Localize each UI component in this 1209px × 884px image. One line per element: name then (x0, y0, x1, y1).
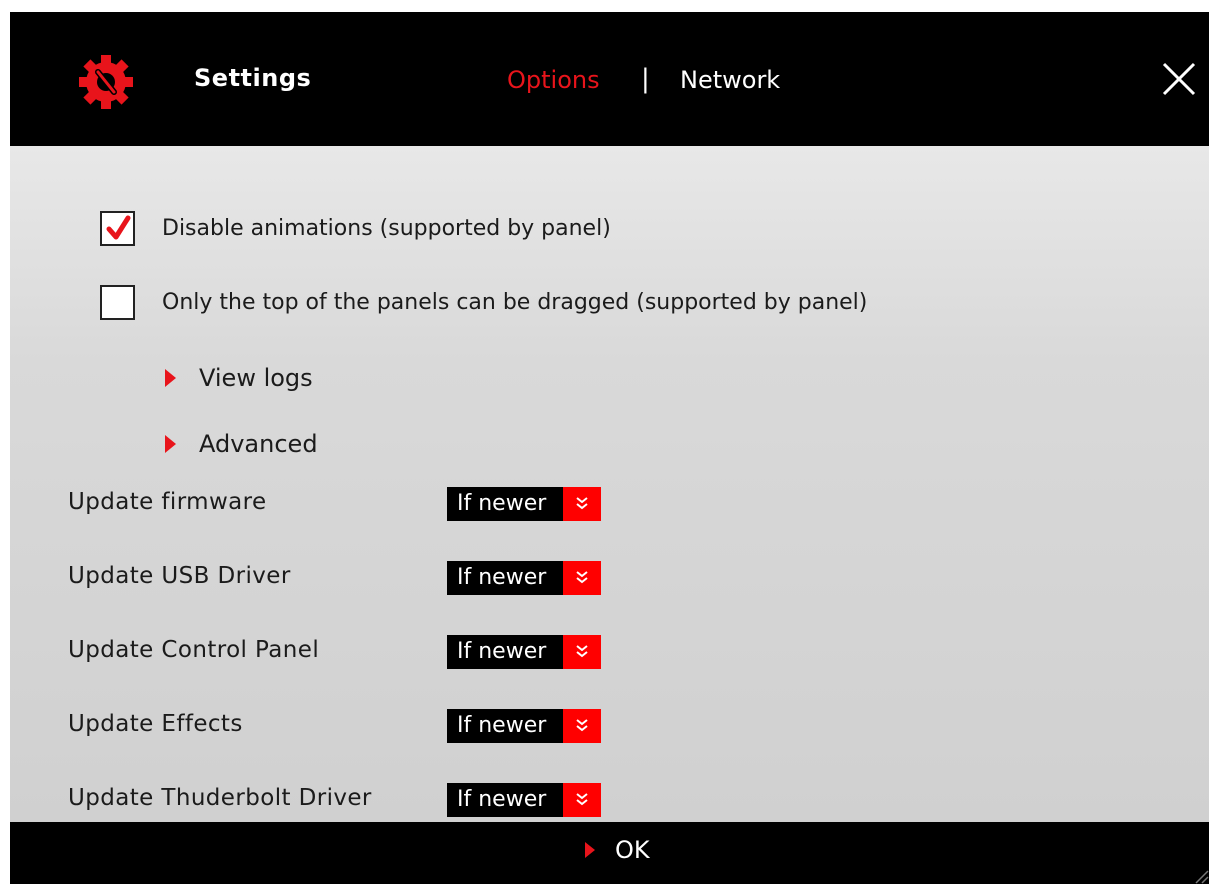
footer-bar: OK (10, 822, 1209, 884)
select-value: If newer (447, 783, 563, 817)
advanced-label: Advanced (199, 430, 318, 458)
update-thunderbolt-driver-label: Update Thuderbolt Driver (68, 785, 372, 811)
disable-animations-option[interactable]: Disable animations (supported by panel) (100, 211, 611, 246)
select-value: If newer (447, 487, 563, 521)
view-logs-label: View logs (199, 364, 313, 392)
ok-button[interactable]: OK (585, 836, 650, 864)
disable-animations-label: Disable animations (supported by panel) (162, 216, 611, 241)
select-value: If newer (447, 561, 563, 595)
double-chevron-down-icon[interactable] (563, 561, 601, 595)
ok-label: OK (615, 836, 650, 864)
update-control-panel-label: Update Control Panel (68, 637, 320, 663)
advanced-expander[interactable]: Advanced (165, 430, 318, 458)
checkmark-icon (106, 215, 131, 240)
resize-grip-icon[interactable] (1187, 862, 1209, 884)
disable-animations-checkbox[interactable] (100, 211, 135, 246)
double-chevron-down-icon[interactable] (563, 783, 601, 817)
caret-right-icon (165, 435, 176, 453)
update-usb-driver-label: Update USB Driver (68, 563, 291, 589)
top-drag-only-checkbox[interactable] (100, 285, 135, 320)
update-thunderbolt-driver-select[interactable]: If newer (447, 783, 601, 817)
update-usb-driver-select[interactable]: If newer (447, 561, 601, 595)
tab-options[interactable]: Options (507, 66, 600, 94)
update-firmware-label: Update firmware (68, 489, 267, 515)
select-value: If newer (447, 635, 563, 669)
close-icon[interactable] (1162, 62, 1196, 96)
update-effects-label: Update Effects (68, 711, 243, 737)
update-firmware-select[interactable]: If newer (447, 487, 601, 521)
top-drag-only-label: Only the top of the panels can be dragge… (162, 290, 868, 315)
gear-wrench-icon (76, 52, 136, 112)
double-chevron-down-icon[interactable] (563, 487, 601, 521)
tab-network[interactable]: Network (680, 66, 780, 94)
settings-window: Settings Options | Network Disable anima… (10, 12, 1209, 884)
top-drag-only-option[interactable]: Only the top of the panels can be dragge… (100, 285, 867, 320)
tab-separator: | (641, 64, 650, 94)
update-control-panel-select[interactable]: If newer (447, 635, 601, 669)
update-effects-select[interactable]: If newer (447, 709, 601, 743)
caret-right-icon (585, 842, 595, 858)
double-chevron-down-icon[interactable] (563, 709, 601, 743)
double-chevron-down-icon[interactable] (563, 635, 601, 669)
view-logs-expander[interactable]: View logs (165, 364, 313, 392)
select-value: If newer (447, 709, 563, 743)
caret-right-icon (165, 369, 176, 387)
window-title: Settings (194, 64, 312, 92)
title-bar: Settings Options | Network (10, 12, 1209, 146)
